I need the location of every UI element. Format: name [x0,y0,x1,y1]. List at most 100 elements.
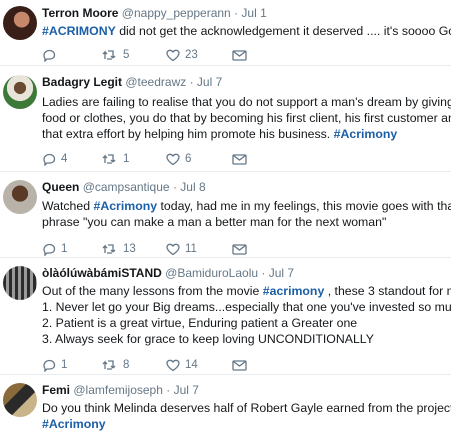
avatar[interactable] [3,266,37,300]
tweet-line: Out of the many lessons from the movie #… [42,283,451,299]
author-name[interactable]: òlàólúwàbámiSTAND [42,266,162,280]
heart-icon [166,49,180,62]
tweet-line: #Acrimony [42,416,445,432]
retweet-count: 1 [123,153,130,165]
tweet[interactable]: Femi @lamfemijoseph · Jul 7 Do you think… [0,375,451,448]
author-handle[interactable]: @nappy_pepperann [122,6,231,20]
retweet-icon [102,153,118,165]
separator-dot: · [261,266,266,280]
retweet-button[interactable]: 8 [102,359,166,371]
hashtag[interactable]: #ACRIMONY [42,24,116,38]
reply-count: 1 [61,359,68,371]
author-name[interactable]: Queen [42,180,79,194]
timestamp[interactable]: Jul 7 [197,75,222,89]
like-button[interactable]: 11 [166,243,232,256]
reply-icon [42,153,56,166]
avatar[interactable] [3,75,37,109]
author-name[interactable]: Terron Moore [42,6,118,20]
tweet[interactable]: òlàólúwàbámiSTAND @BamiduroLaolu · Jul 7… [0,258,451,375]
text-segment: did not get the acknowledgement it deser… [115,24,451,38]
timestamp[interactable]: Jul 8 [180,180,205,194]
tweet-feed: Terron Moore @nappy_pepperann · Jul 1 #A… [0,0,451,448]
tweet-header: Badagry Legit @teedrawz · Jul 7 [42,75,445,90]
retweet-button[interactable]: 13 [102,243,166,255]
tweet-line: Ladies are failing to realise that you d… [42,95,451,109]
dm-button[interactable] [232,153,247,165]
tweet-actions: 4 1 6 [42,149,445,169]
tweet-text: Watched #Acrimony today, had me in my fe… [42,198,451,230]
tweet-actions: 1 8 14 [42,355,445,375]
reply-button[interactable] [42,49,102,62]
reply-icon [42,243,56,256]
tweet-line: that extra effort by helping him promote… [42,126,445,142]
tweet-line: phrase "you can make a man a better man … [42,215,387,229]
timestamp[interactable]: Jul 1 [241,6,266,20]
reply-button[interactable]: 1 [42,359,102,372]
tweet-line: 1. Never let go your Big dreams...especi… [42,300,451,314]
tweet-line: 2. Patient is a great virtue, Enduring p… [42,316,358,330]
retweet-icon [102,49,118,61]
author-handle[interactable]: @lamfemijoseph [73,383,163,397]
separator-dot: · [172,180,177,194]
tweet-line: #ACRIMONY did not get the acknowledgemen… [42,23,451,39]
text-segment: today, had me in my feelings, this movie… [157,199,451,213]
tweet[interactable]: Terron Moore @nappy_pepperann · Jul 1 #A… [0,0,451,66]
retweet-button[interactable]: 1 [102,153,166,165]
like-count: 23 [185,49,198,61]
tweet-line: food or clothes, you do that by becoming… [42,111,451,125]
retweet-count: 5 [123,49,130,61]
reply-icon [42,359,56,372]
reply-button[interactable]: 1 [42,243,102,256]
text-segment: Watched [42,199,94,213]
hashtag[interactable]: #Acrimony [334,127,398,141]
tweet-actions: 5 23 [42,45,445,65]
retweet-count: 8 [123,359,130,371]
reply-button[interactable]: 4 [42,153,102,166]
timestamp[interactable]: Jul 7 [174,383,199,397]
dm-button[interactable] [232,359,247,371]
tweet-text: Do you think Melinda deserves half of Ro… [42,400,451,432]
hashtag[interactable]: #Acrimony [42,417,106,431]
like-count: 14 [185,359,198,371]
like-button[interactable]: 23 [166,49,232,62]
like-count: 11 [185,243,197,255]
hashtag[interactable]: #Acrimony [94,199,158,213]
tweet-header: òlàólúwàbámiSTAND @BamiduroLaolu · Jul 7 [42,266,445,281]
like-button[interactable]: 14 [166,359,232,372]
retweet-count: 13 [123,243,136,255]
heart-icon [166,153,180,166]
dm-button[interactable] [232,243,247,255]
text-segment: Out of the many lessons from the movie [42,284,263,298]
envelope-icon [232,243,247,255]
text-segment: that extra effort by helping him promote… [42,127,334,141]
hashtag[interactable]: #acrimony [263,284,325,298]
avatar[interactable] [3,383,37,417]
author-handle[interactable]: @teedrawz [125,75,186,89]
author-handle[interactable]: @campsantique [83,180,170,194]
heart-icon [166,359,180,372]
separator-dot: · [166,383,171,397]
author-handle[interactable]: @BamiduroLaolu [165,266,258,280]
tweet[interactable]: Queen @campsantique · Jul 8 Watched #Acr… [0,172,451,258]
retweet-button[interactable]: 5 [102,49,166,61]
tweet-header: Femi @lamfemijoseph · Jul 7 [42,383,445,398]
author-name[interactable]: Femi [42,383,70,397]
text-segment: , these 3 standout for me [324,284,451,298]
tweet-line: Watched #Acrimony today, had me in my fe… [42,198,451,214]
reply-count: 4 [61,153,68,165]
avatar[interactable] [3,6,37,40]
avatar[interactable] [3,180,37,214]
dm-button[interactable] [232,49,247,61]
separator-dot: · [189,75,194,89]
retweet-icon [102,359,118,371]
tweet[interactable]: Badagry Legit @teedrawz · Jul 7 Ladies a… [0,66,451,172]
like-button[interactable]: 6 [166,153,232,166]
timestamp[interactable]: Jul 7 [269,266,294,280]
retweet-icon [102,243,118,255]
author-name[interactable]: Badagry Legit [42,75,122,89]
separator-dot: · [234,6,239,20]
tweet-header: Queen @campsantique · Jul 8 [42,180,445,195]
envelope-icon [232,49,247,61]
envelope-icon [232,153,247,165]
tweet-text: Out of the many lessons from the movie #… [42,283,451,347]
